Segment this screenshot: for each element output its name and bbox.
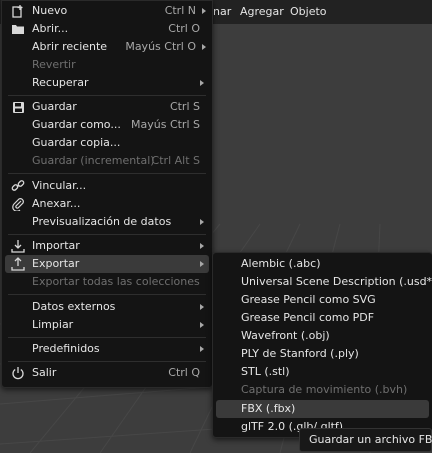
export-item-stl[interactable]: STL (.stl) [213,363,432,381]
paperclip-icon [10,196,26,212]
menu-item-shortcut: Ctrl S [169,100,200,113]
export-item-grease-pencil-svg[interactable]: Grease Pencil como SVG [213,291,432,309]
file-menu: Nuevo Ctrl N Abrir... Ctrl O Abrir recie… [1,0,213,388]
submenu-arrow-icon [200,261,204,267]
submenu-arrow-icon [200,322,204,328]
menu-item-nuevo[interactable]: Nuevo Ctrl N [2,2,212,20]
menu-separator [8,95,206,96]
menu-item-label: Alembic (.abc) [241,257,321,270]
menu-item-label: Previsualización de datos [32,215,172,228]
export-item-wavefront[interactable]: Wavefront (.obj) [213,327,432,345]
menu-item-limpiar[interactable]: Limpiar [2,316,212,334]
menu-item-label: Vincular... [32,179,87,192]
menu-item-label: Guardar como... [32,118,121,131]
menu-item-label: Exportar todas las colecciones [32,275,200,288]
menu-item-label: Anexar... [32,197,81,210]
menu-item-label: Abrir reciente [32,40,108,53]
link-icon [10,178,26,194]
menu-item-label: STL (.stl) [241,365,290,378]
submenu-arrow-icon [200,346,204,352]
menu-separator [8,337,206,338]
export-item-fbx[interactable]: FBX (.fbx) [216,400,429,418]
menu-item-exportar-todas: Exportar todas las colecciones [2,273,212,291]
menu-item-shortcut: Ctrl O [168,22,200,35]
menu-agregar[interactable]: Agregar [240,0,284,24]
power-icon [10,365,26,381]
menu-item-recuperar[interactable]: Recuperar [2,74,212,92]
menu-item-anexar[interactable]: Anexar... [2,195,212,213]
menu-item-label: Guardar copia... [32,136,121,149]
menu-item-label: Guardar (incremental) [32,154,155,167]
menu-item-label: Limpiar [32,318,74,331]
menu-item-label: Grease Pencil como PDF [241,311,375,324]
menu-item-exportar[interactable]: Exportar [5,255,209,273]
menu-item-guardar-incremental: Guardar (incremental) Ctrl Alt S [2,152,212,170]
menu-item-abrir-reciente[interactable]: Abrir reciente Mayús Ctrl O [2,38,212,56]
menu-separator [8,234,206,235]
menu-item-label: Wavefront (.obj) [241,329,330,342]
submenu-arrow-icon [202,44,206,50]
menu-item-label: Universal Scene Description (.usd*) [241,275,432,288]
menu-item-guardar-copia[interactable]: Guardar copia... [2,134,212,152]
folder-icon [10,21,26,37]
menu-item-label: Recuperar [32,76,89,89]
export-submenu: Alembic (.abc) Universal Scene Descripti… [212,252,432,438]
menu-item-label: FBX (.fbx) [241,402,296,415]
menu-item-abrir[interactable]: Abrir... Ctrl O [2,20,212,38]
menu-item-label: Grease Pencil como SVG [241,293,376,306]
menu-item-guardar[interactable]: Guardar Ctrl S [2,98,212,116]
menu-item-shortcut: Ctrl Q [168,366,200,379]
new-file-icon [10,3,26,19]
menu-item-label: Exportar [32,257,80,270]
menu-item-label: Datos externos [32,300,116,313]
menu-item-label: Importar [32,239,80,252]
menu-item-label: Guardar [32,100,77,113]
menu-item-previsualizacion[interactable]: Previsualización de datos [2,213,212,231]
submenu-arrow-icon [200,243,204,249]
menu-item-datos-externos[interactable]: Datos externos [2,298,212,316]
menu-item-shortcut: Mayús Ctrl S [131,118,200,131]
submenu-arrow-icon [200,219,204,225]
menu-item-label: Predefinidos [32,342,100,355]
menu-separator [8,294,206,295]
export-item-usd[interactable]: Universal Scene Description (.usd*) [213,273,432,291]
menu-item-salir[interactable]: Salir Ctrl Q [2,364,212,382]
submenu-arrow-icon [202,8,206,14]
menu-separator [8,361,206,362]
export-item-alembic[interactable]: Alembic (.abc) [213,255,432,273]
export-item-grease-pencil-pdf[interactable]: Grease Pencil como PDF [213,309,432,327]
submenu-arrow-icon [200,80,204,86]
menu-select-partial[interactable]: nar [213,0,231,24]
menu-item-label: Revertir [32,58,76,71]
menu-item-importar[interactable]: Importar [2,237,212,255]
menu-item-label: Abrir... [32,22,69,35]
menu-item-label: Captura de movimiento (.bvh) [241,383,408,396]
menu-item-shortcut: Ctrl Alt S [151,154,200,167]
import-icon [10,238,26,254]
menu-item-predefinidos[interactable]: Predefinidos [2,340,212,358]
menu-item-revertir: Revertir [2,56,212,74]
menu-item-label: PLY de Stanford (.ply) [241,347,359,360]
menu-item-label: Nuevo [32,4,68,17]
export-item-ply[interactable]: PLY de Stanford (.ply) [213,345,432,363]
submenu-arrow-icon [200,304,204,310]
export-item-bvh: Captura de movimiento (.bvh) [213,381,432,399]
tooltip: Guardar un archivo FBX. [299,428,432,452]
menu-item-label: Salir [32,366,57,379]
menu-item-shortcut: Ctrl N [164,4,196,17]
menu-item-shortcut: Mayús Ctrl O [125,40,196,53]
menu-objeto[interactable]: Objeto [290,0,327,24]
save-icon [10,99,26,115]
menu-separator [8,173,206,174]
menu-item-vincular[interactable]: Vincular... [2,177,212,195]
menu-item-guardar-como[interactable]: Guardar como... Mayús Ctrl S [2,116,212,134]
export-icon [10,256,26,272]
